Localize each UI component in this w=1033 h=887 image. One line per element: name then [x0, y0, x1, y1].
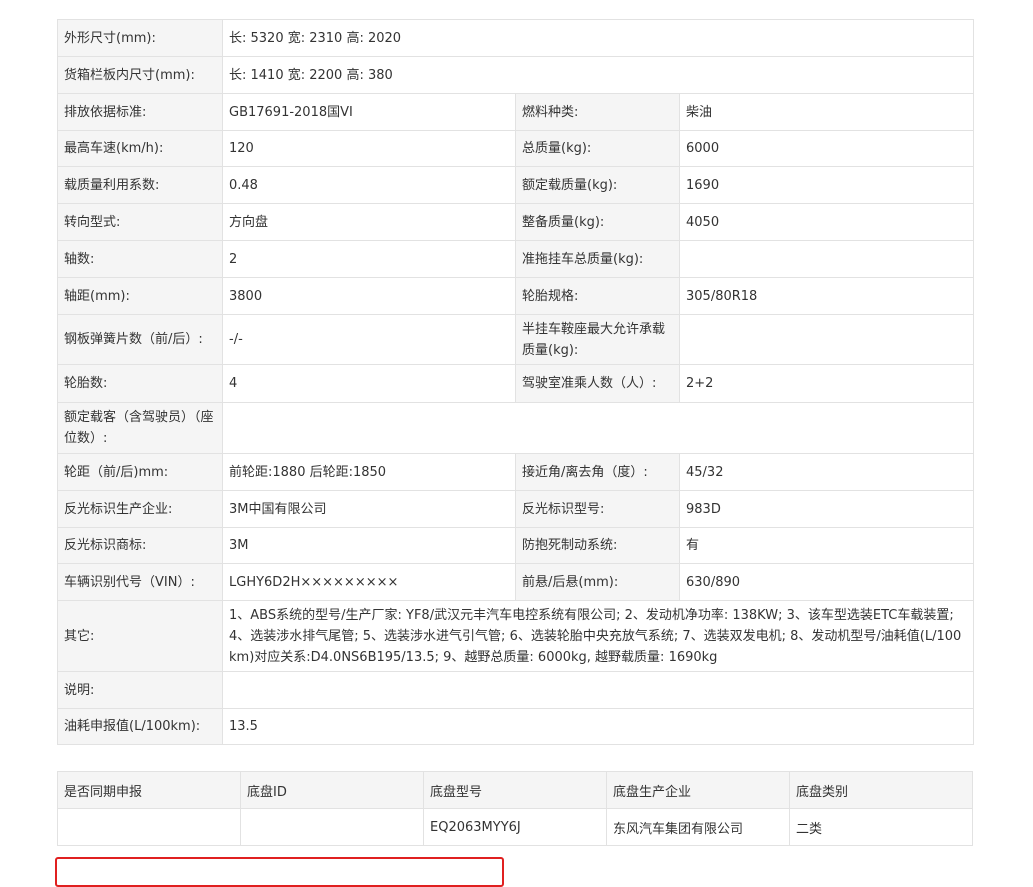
- spec-value: 305/80R18: [679, 277, 974, 315]
- spec-label: 反光标识型号:: [515, 490, 680, 528]
- spec-label: 总质量(kg):: [515, 130, 680, 167]
- spec-value: 长: 5320 宽: 2310 高: 2020: [222, 19, 974, 57]
- spec-label: 车辆识别代号（VIN）:: [57, 563, 223, 601]
- spec-row: 载质量利用系数: 0.48 额定载质量(kg): 1690: [57, 166, 974, 204]
- spec-row-seats: 额定载客（含驾驶员）（座位数）:: [57, 402, 974, 454]
- spec-value: 2: [222, 240, 516, 278]
- spec-row-other: 其它: 1、ABS系统的型号/生产厂家: YF8/武汉元丰汽车电控系统有限公司;…: [57, 600, 974, 672]
- spec-row-notes: 说明:: [57, 671, 974, 709]
- spec-label: 轴数:: [57, 240, 223, 278]
- spec-row-fuel-consumption: 油耗申报值(L/100km): 13.5: [57, 708, 974, 745]
- spec-row: 轴数: 2 准拖挂车总质量(kg):: [57, 240, 974, 278]
- table-cell: 东风汽车集团有限公司: [606, 808, 790, 846]
- spec-label: 钢板弹簧片数（前/后）:: [57, 314, 223, 365]
- spec-label: 反光标识商标:: [57, 527, 223, 564]
- spec-value: 0.48: [222, 166, 516, 204]
- spec-value: GB17691-2018国VI: [222, 93, 516, 131]
- spec-row-cargo-dimensions: 货箱栏板内尺寸(mm): 长: 1410 宽: 2200 高: 380: [57, 56, 974, 94]
- table-cell: [57, 808, 241, 846]
- spec-label: 前悬/后悬(mm):: [515, 563, 680, 601]
- spec-value: 1、ABS系统的型号/生产厂家: YF8/武汉元丰汽车电控系统有限公司; 2、发…: [222, 600, 974, 672]
- spec-row: 轮胎数: 4 驾驶室准乘人数（人）: 2+2: [57, 364, 974, 403]
- spec-label: 轮胎规格:: [515, 277, 680, 315]
- spec-label: 整备质量(kg):: [515, 203, 680, 241]
- spec-value: 45/32: [679, 453, 974, 491]
- spec-value: 4050: [679, 203, 974, 241]
- spec-label: 防抱死制动系统:: [515, 527, 680, 564]
- spec-value: 120: [222, 130, 516, 167]
- spec-value: [222, 671, 974, 709]
- spec-value: 3M中国有限公司: [222, 490, 516, 528]
- spec-row: 反光标识商标: 3M 防抱死制动系统: 有: [57, 527, 974, 564]
- spec-value: 方向盘: [222, 203, 516, 241]
- spec-label: 外形尺寸(mm):: [57, 19, 223, 57]
- spec-label: 准拖挂车总质量(kg):: [515, 240, 680, 278]
- spec-label: 最高车速(km/h):: [57, 130, 223, 167]
- table-row: EQ2063MYY6J 东风汽车集团有限公司 二类: [57, 808, 973, 846]
- spec-row: 轴距(mm): 3800 轮胎规格: 305/80R18: [57, 277, 974, 315]
- column-header: 底盘ID: [240, 771, 424, 809]
- spec-label: 货箱栏板内尺寸(mm):: [57, 56, 223, 94]
- spec-value: 前轮距:1880 后轮距:1850: [222, 453, 516, 491]
- spec-value: -/-: [222, 314, 516, 365]
- chassis-header-row: 是否同期申报 底盘ID 底盘型号 底盘生产企业 底盘类别: [57, 771, 973, 809]
- spec-label: 轴距(mm):: [57, 277, 223, 315]
- spec-label: 排放依据标准:: [57, 93, 223, 131]
- table-cell: EQ2063MYY6J: [423, 808, 607, 846]
- spec-value: 长: 1410 宽: 2200 高: 380: [222, 56, 974, 94]
- column-header: 底盘生产企业: [606, 771, 790, 809]
- spec-row: 转向型式: 方向盘 整备质量(kg): 4050: [57, 203, 974, 241]
- spec-value: 3M: [222, 527, 516, 564]
- spec-label: 额定载客（含驾驶员）（座位数）:: [57, 402, 223, 454]
- spec-label: 其它:: [57, 600, 223, 672]
- spec-row: 排放依据标准: GB17691-2018国VI 燃料种类: 柴油: [57, 93, 974, 131]
- spec-label: 说明:: [57, 671, 223, 709]
- column-header: 是否同期申报: [57, 771, 241, 809]
- column-header: 底盘型号: [423, 771, 607, 809]
- spec-value: [679, 240, 974, 278]
- table-cell: [240, 808, 424, 846]
- spec-row: 钢板弹簧片数（前/后）: -/- 半挂车鞍座最大允许承载质量(kg):: [57, 314, 974, 365]
- spec-value: 柴油: [679, 93, 974, 131]
- spec-value: 6000: [679, 130, 974, 167]
- chassis-table: 是否同期申报 底盘ID 底盘型号 底盘生产企业 底盘类别 EQ2063MYY6J…: [57, 771, 973, 846]
- spec-value: [679, 314, 974, 365]
- spec-value: 983D: [679, 490, 974, 528]
- spec-row-dimensions: 外形尺寸(mm): 长: 5320 宽: 2310 高: 2020: [57, 19, 974, 57]
- spec-row: 轮距（前/后)mm: 前轮距:1880 后轮距:1850 接近角/离去角（度）:…: [57, 453, 974, 491]
- spec-label: 轮距（前/后)mm:: [57, 453, 223, 491]
- spec-value: LGHY6D2H×××××××××: [222, 563, 516, 601]
- table-cell: 二类: [789, 808, 973, 846]
- spec-row: 最高车速(km/h): 120 总质量(kg): 6000: [57, 130, 974, 167]
- spec-label: 半挂车鞍座最大允许承载质量(kg):: [515, 314, 680, 365]
- spec-row: 车辆识别代号（VIN）: LGHY6D2H××××××××× 前悬/后悬(mm)…: [57, 563, 974, 601]
- spec-label: 载质量利用系数:: [57, 166, 223, 204]
- spec-value: 13.5: [222, 708, 974, 745]
- spec-label: 燃料种类:: [515, 93, 680, 131]
- spec-label: 反光标识生产企业:: [57, 490, 223, 528]
- spec-row: 反光标识生产企业: 3M中国有限公司 反光标识型号: 983D: [57, 490, 974, 528]
- highlight-box: [55, 857, 504, 887]
- spec-value: 3800: [222, 277, 516, 315]
- spec-label: 转向型式:: [57, 203, 223, 241]
- spec-value: 4: [222, 364, 516, 403]
- spec-label: 额定载质量(kg):: [515, 166, 680, 204]
- spec-label: 油耗申报值(L/100km):: [57, 708, 223, 745]
- column-header: 底盘类别: [789, 771, 973, 809]
- spec-value: 1690: [679, 166, 974, 204]
- spec-value: [222, 402, 974, 454]
- spec-value: 有: [679, 527, 974, 564]
- spec-value: 630/890: [679, 563, 974, 601]
- vehicle-spec-table: 外形尺寸(mm): 长: 5320 宽: 2310 高: 2020 货箱栏板内尺…: [57, 19, 974, 745]
- spec-label: 驾驶室准乘人数（人）:: [515, 364, 680, 403]
- spec-value: 2+2: [679, 364, 974, 403]
- spec-label: 接近角/离去角（度）:: [515, 453, 680, 491]
- spec-label: 轮胎数:: [57, 364, 223, 403]
